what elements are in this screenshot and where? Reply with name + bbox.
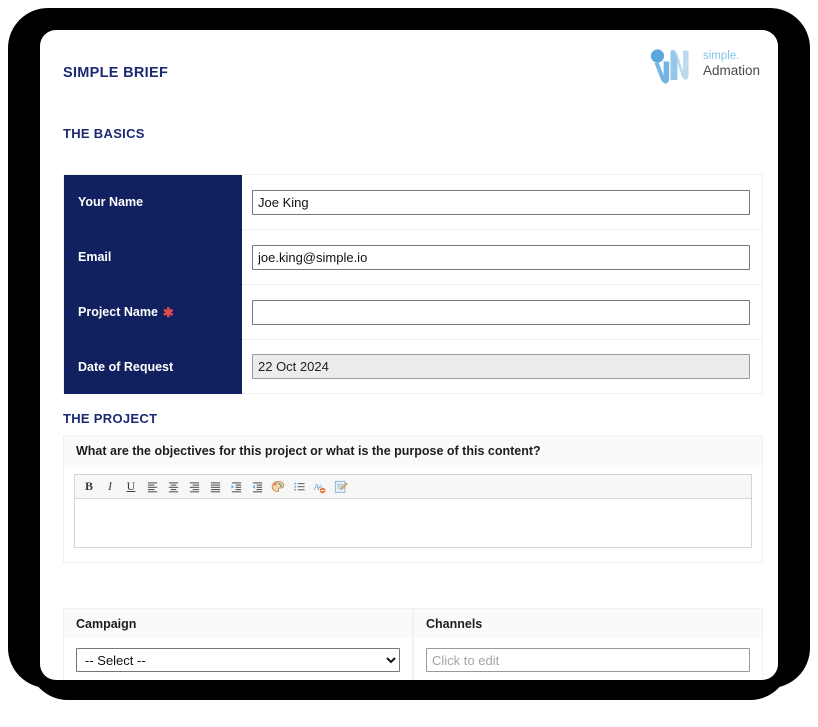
form-row: Email xyxy=(63,229,763,285)
underline-icon[interactable]: U xyxy=(122,478,140,496)
page-title: SIMPLE BRIEF xyxy=(63,65,169,81)
channels-input[interactable] xyxy=(426,648,750,672)
objectives-question-label: What are the objectives for this project… xyxy=(63,435,763,465)
field-cell xyxy=(242,354,762,379)
objectives-editor-wrapper: BIU Aa xyxy=(63,465,763,563)
channels-field-wrapper xyxy=(414,638,763,680)
campaign-column: Campaign -- Select -- xyxy=(63,608,413,680)
indent-decrease-icon[interactable] xyxy=(248,478,266,496)
field-label-text: Your Name xyxy=(78,195,144,209)
field-label-text: Date of Request xyxy=(78,359,174,374)
field-label-text: Project Name xyxy=(78,305,158,319)
form-row: Your Name xyxy=(63,174,763,230)
objectives-textarea[interactable] xyxy=(75,499,751,547)
field-cell xyxy=(242,299,762,325)
form-row: Date of Request xyxy=(63,339,763,394)
edit-source-icon[interactable] xyxy=(332,478,350,496)
field-cell xyxy=(242,189,762,215)
bold-icon[interactable]: B xyxy=(80,478,98,496)
project-question-block: What are the objectives for this project… xyxy=(63,435,763,563)
campaign-channels-row: Campaign -- Select -- Channels xyxy=(63,608,763,680)
indent-increase-icon[interactable] xyxy=(227,478,245,496)
italic-icon[interactable]: I xyxy=(101,478,119,496)
channels-label: Channels xyxy=(414,608,763,638)
align-left-icon[interactable] xyxy=(143,478,161,496)
admation-logo: simple. Admation xyxy=(646,42,760,86)
text-color-palette-icon[interactable] xyxy=(269,478,287,496)
channels-column: Channels xyxy=(413,608,763,680)
campaign-label: Campaign xyxy=(63,608,413,638)
field-input[interactable] xyxy=(252,299,750,325)
campaign-field-wrapper: -- Select -- xyxy=(63,638,413,680)
basics-field-group: Your Name Email Project Name ✱ Date of Reque… xyxy=(63,174,763,394)
field-label: Your Name xyxy=(64,174,242,230)
logo-simple-text: simple. xyxy=(702,49,740,62)
required-asterisk-icon: ✱ xyxy=(162,304,174,320)
field-input[interactable] xyxy=(252,244,750,270)
remove-format-icon[interactable]: Aa xyxy=(311,478,329,496)
section-heading-the-basics: THE BASICS xyxy=(63,126,145,141)
field-label: Date of Request xyxy=(64,339,242,394)
rich-text-editor[interactable]: BIU Aa xyxy=(74,474,752,548)
admation-logo-mark xyxy=(650,49,689,84)
campaign-select[interactable]: -- Select -- xyxy=(76,648,400,672)
field-label-text: Email xyxy=(78,250,112,264)
logo-wordmark: simple. Admation xyxy=(703,50,760,79)
align-right-icon[interactable] xyxy=(185,478,203,496)
form-row: Project Name ✱ xyxy=(63,284,763,340)
field-cell xyxy=(242,244,762,270)
logo-admation-text: Admation xyxy=(702,63,760,79)
editor-toolbar: BIU Aa xyxy=(75,475,751,499)
align-justify-icon[interactable] xyxy=(206,478,224,496)
field-label: Email xyxy=(64,229,242,285)
align-center-icon[interactable] xyxy=(164,478,182,496)
brief-form-page: SIMPLE BRIEF simple. Admation THE BASICS… xyxy=(40,30,778,680)
field-input[interactable] xyxy=(252,189,750,215)
bulleted-list-icon[interactable] xyxy=(290,478,308,496)
field-input xyxy=(252,354,750,379)
field-label: Project Name ✱ xyxy=(64,284,242,340)
section-heading-the-project: THE PROJECT xyxy=(63,411,158,426)
